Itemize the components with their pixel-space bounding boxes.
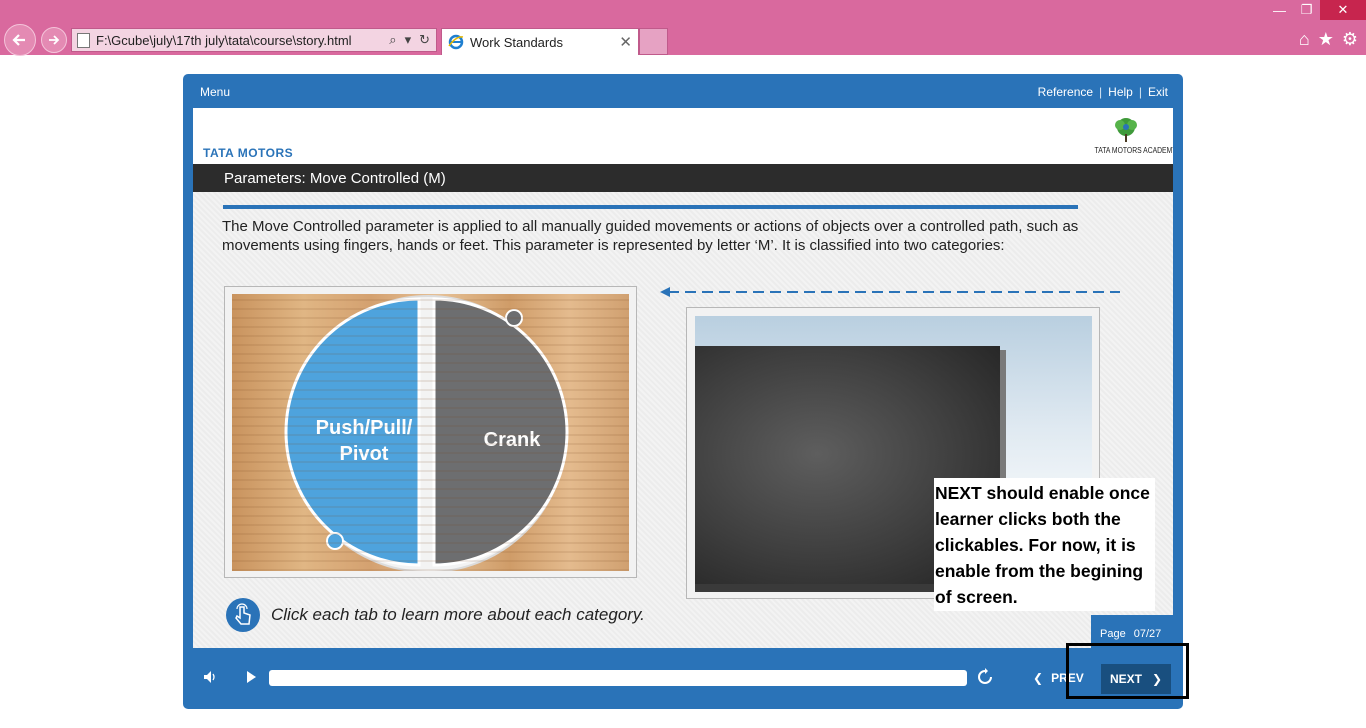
back-button[interactable] bbox=[4, 24, 36, 56]
playback-controls: ❮ PREV NEXT ❯ bbox=[183, 648, 1183, 709]
pivot-handle-dot bbox=[326, 532, 344, 550]
dropdown-icon[interactable]: ▾ bbox=[405, 32, 412, 48]
ie-logo-icon bbox=[448, 34, 464, 50]
slide-title: Parameters: Move Controlled (M) bbox=[193, 164, 1173, 192]
home-icon[interactable]: ⌂ bbox=[1299, 29, 1310, 50]
category-panel: Push/Pull/ Pivot Crank bbox=[224, 286, 637, 578]
page-icon bbox=[77, 33, 90, 48]
push-pull-pivot-label: Push/Pull/ Pivot bbox=[294, 415, 434, 467]
crank-handle-dot bbox=[505, 309, 523, 327]
address-url: F:\Gcube\july\17th july\tata\course\stor… bbox=[96, 32, 352, 48]
settings-gear-icon[interactable]: ⚙ bbox=[1342, 29, 1358, 50]
help-link[interactable]: Help bbox=[1108, 85, 1133, 99]
minimize-icon[interactable]: — bbox=[1266, 0, 1293, 20]
top-links: Reference | Help | Exit bbox=[1038, 85, 1168, 99]
exit-link[interactable]: Exit bbox=[1148, 85, 1168, 99]
menu-link[interactable]: Menu bbox=[200, 85, 230, 99]
tab-title: Work Standards bbox=[470, 34, 563, 50]
browser-chrome: F:\Gcube\july\17th july\tata\course\stor… bbox=[0, 0, 1366, 56]
push-pull-label-line1: Push/Pull/ bbox=[315, 417, 413, 439]
instruction-text: Click each tab to learn more about each … bbox=[271, 605, 645, 624]
forward-button[interactable] bbox=[41, 27, 67, 53]
page-label: Page bbox=[1100, 628, 1126, 640]
window-close-icon[interactable]: ✕ bbox=[1320, 0, 1366, 20]
forward-arrow-icon bbox=[49, 35, 60, 45]
play-button[interactable] bbox=[240, 666, 262, 688]
developer-note: NEXT should enable once learner clicks b… bbox=[934, 478, 1155, 611]
progress-bar[interactable] bbox=[269, 670, 967, 686]
title-underline bbox=[223, 205, 1078, 209]
back-arrow-icon bbox=[12, 34, 25, 46]
tree-logo-icon bbox=[1112, 116, 1140, 144]
next-highlight-box bbox=[1066, 643, 1189, 699]
slide-header: TATA MOTORS TATA MOTORS ACADEMY bbox=[193, 108, 1173, 164]
click-hand-icon bbox=[226, 598, 260, 632]
player-topbar: Menu Reference | Help | Exit bbox=[183, 74, 1183, 108]
favorites-star-icon[interactable]: ★ bbox=[1318, 29, 1334, 50]
intro-text: The Move Controlled parameter is applied… bbox=[222, 218, 1079, 254]
wood-background: Push/Pull/ Pivot Crank bbox=[232, 294, 629, 571]
link-separator: | bbox=[1099, 85, 1103, 99]
crank-label: Crank bbox=[483, 429, 541, 451]
replay-button[interactable] bbox=[974, 666, 996, 688]
academy-logo: TATA MOTORS ACADEMY bbox=[1089, 116, 1173, 155]
refresh-icon[interactable]: ↻ bbox=[419, 32, 430, 48]
crank-tab[interactable] bbox=[432, 297, 569, 567]
slide-content: TATA MOTORS TATA MOTORS ACADEMY Paramete… bbox=[193, 108, 1173, 648]
tata-motors-logo: TATA MOTORS bbox=[203, 146, 294, 160]
dashed-arrow bbox=[660, 287, 1120, 297]
tab-close-icon[interactable]: ✕ bbox=[619, 33, 632, 51]
replay-icon bbox=[978, 668, 992, 684]
play-icon bbox=[247, 671, 256, 683]
chevron-left-icon: ❮ bbox=[1033, 671, 1044, 685]
push-pull-label-line2: Pivot bbox=[339, 443, 389, 465]
restore-icon[interactable]: ❐ bbox=[1293, 0, 1320, 20]
push-pull-pivot-tab[interactable] bbox=[284, 297, 421, 567]
browser-tab[interactable]: Work Standards ✕ bbox=[441, 28, 639, 55]
course-player: Menu Reference | Help | Exit TATA MOTORS bbox=[183, 74, 1183, 709]
search-icon[interactable]: ⌕ bbox=[389, 32, 396, 48]
academy-name: TATA MOTORS ACADEMY bbox=[1094, 146, 1173, 155]
volume-icon bbox=[204, 671, 215, 683]
volume-button[interactable] bbox=[199, 666, 221, 688]
address-bar[interactable]: F:\Gcube\july\17th july\tata\course\stor… bbox=[71, 28, 437, 52]
reference-link[interactable]: Reference bbox=[1038, 85, 1093, 99]
link-separator: | bbox=[1138, 85, 1142, 99]
new-tab-button[interactable] bbox=[639, 28, 668, 55]
page-number: 07/27 bbox=[1133, 628, 1162, 640]
